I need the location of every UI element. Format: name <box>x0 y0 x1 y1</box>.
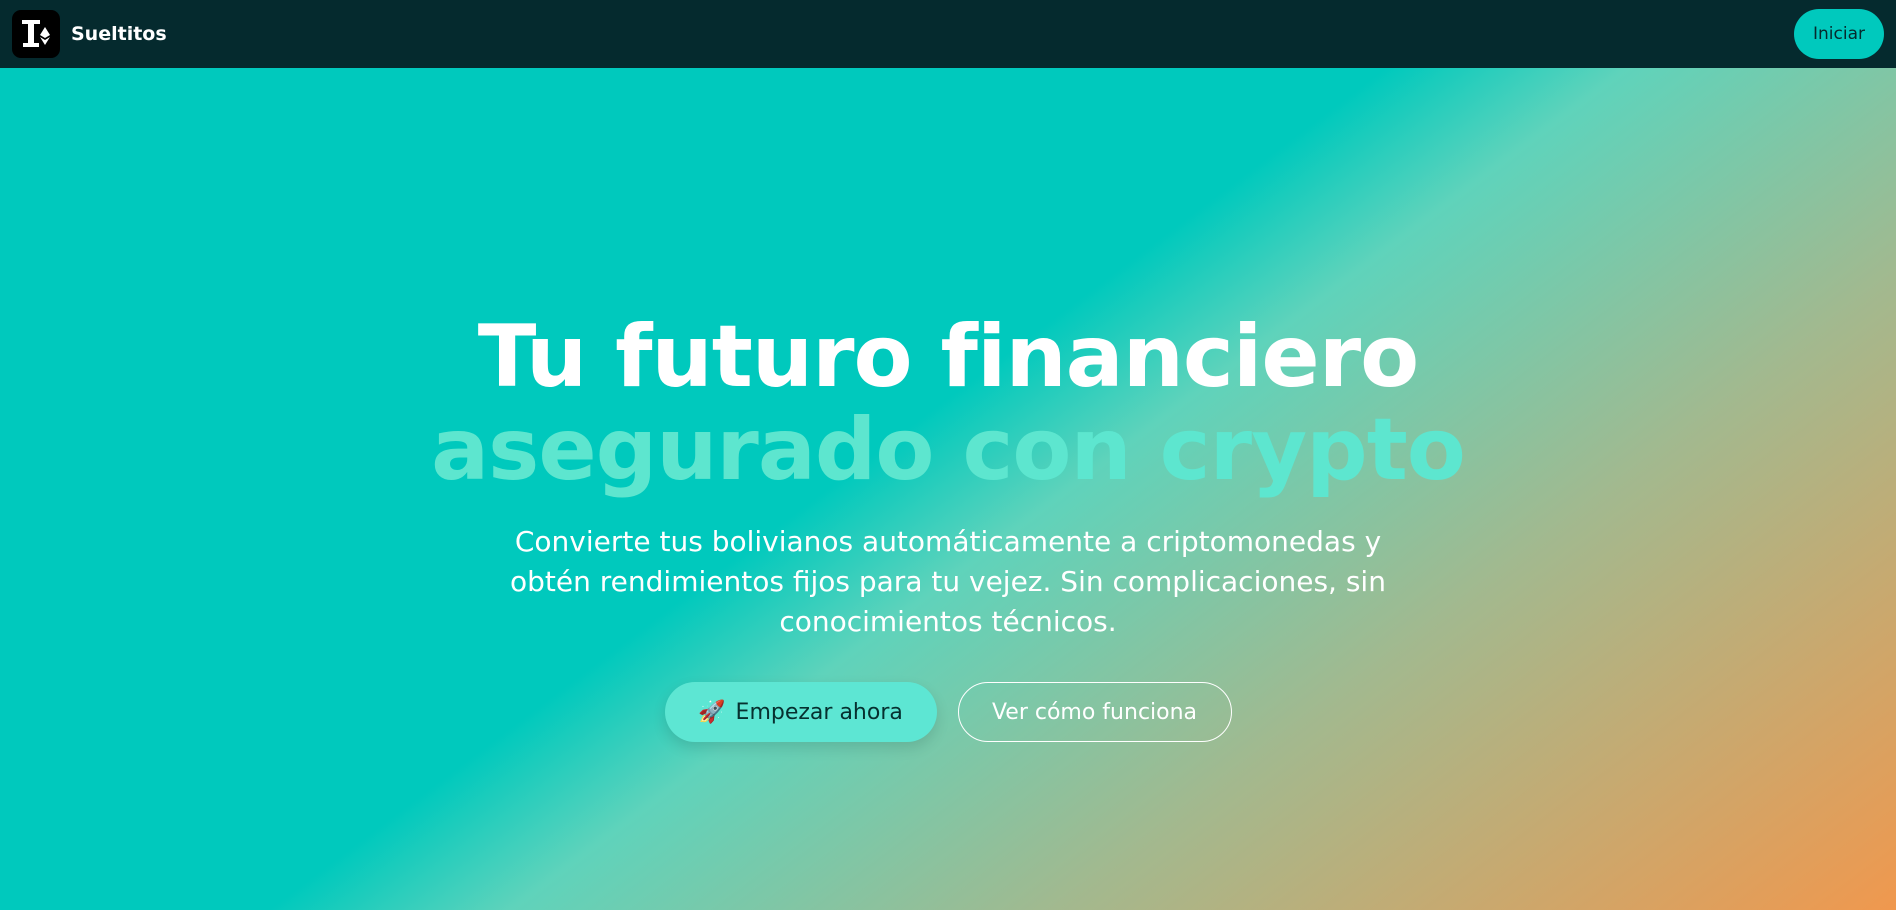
rocket-icon: 🚀 <box>698 699 726 725</box>
hero-subtitle: Convierte tus bolivianos automáticamente… <box>510 525 1386 638</box>
hero-title-line1: Tu futuro financiero <box>477 307 1419 407</box>
login-button[interactable]: Iniciar <box>1794 9 1884 59</box>
logo-icon <box>12 10 60 58</box>
brand-name: Sueltitos <box>71 23 167 45</box>
hero-actions: 🚀 Empezar ahora Ver cómo funciona <box>664 682 1232 742</box>
hero-title-line2: asegurado con crypto <box>431 400 1466 500</box>
brand[interactable]: Sueltitos <box>12 10 167 58</box>
top-navbar: Sueltitos Iniciar <box>0 0 1896 68</box>
how-it-works-button[interactable]: Ver cómo funciona <box>957 682 1232 742</box>
hero-section: Tu futuro financiero asegurado con crypt… <box>0 68 1896 910</box>
start-now-label: Empezar ahora <box>735 699 903 725</box>
start-now-button[interactable]: 🚀 Empezar ahora <box>664 682 937 742</box>
